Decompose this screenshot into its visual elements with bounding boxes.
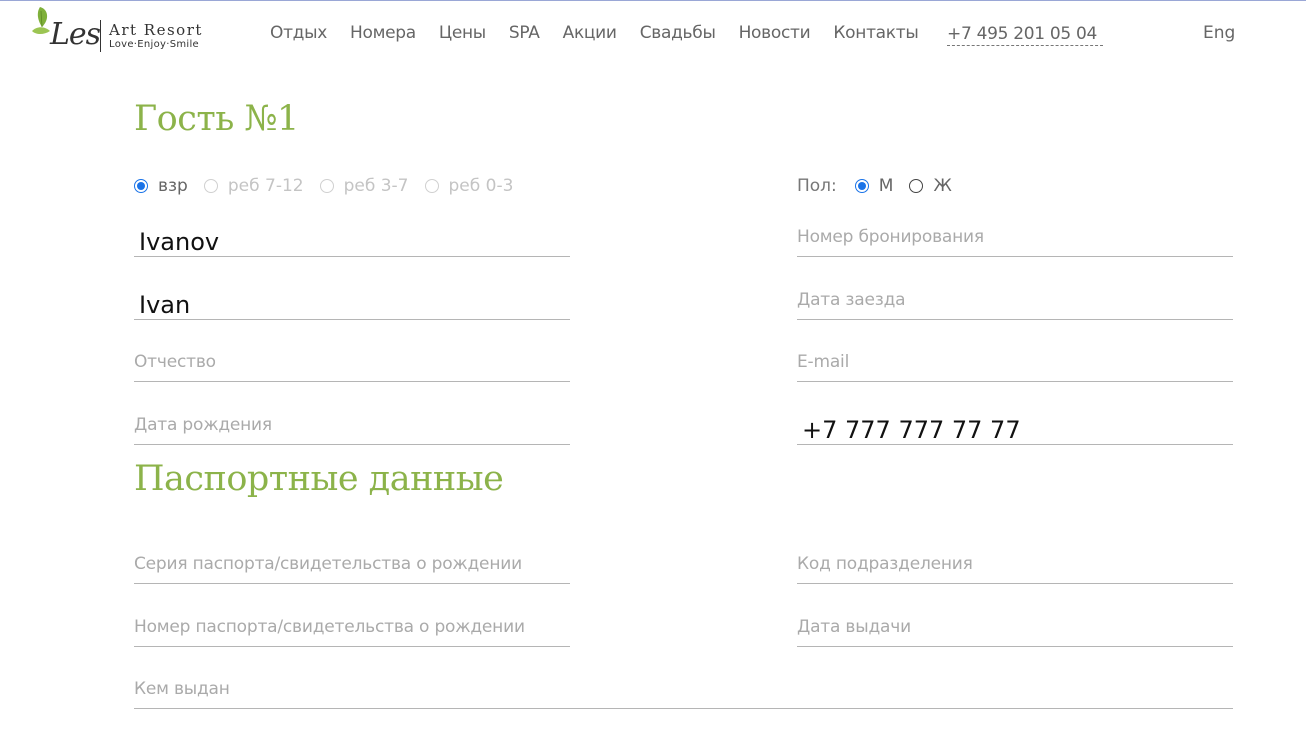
- age-option-label: реб 3-7: [343, 176, 409, 196]
- age-option-adult[interactable]: взр: [134, 176, 188, 196]
- last-name-value: Ivanov: [139, 228, 220, 256]
- radio-child-0-3[interactable]: [424, 179, 439, 193]
- logo[interactable]: Les Art Resort Love·Enjoy·Smile: [30, 3, 215, 55]
- logo-les: Les: [50, 17, 101, 52]
- passport-series-field[interactable]: Серия паспорта/свидетельства о рождении: [134, 544, 570, 584]
- header-phone-link[interactable]: +7 495 201 05 04: [947, 24, 1103, 46]
- gender-option-label: М: [878, 176, 894, 196]
- age-option-child-0-3[interactable]: реб 0-3: [424, 176, 514, 196]
- radio-child-3-7[interactable]: [319, 179, 334, 193]
- age-option-label: реб 0-3: [448, 176, 514, 196]
- age-option-label: реб 7-12: [227, 176, 304, 196]
- division-code-field[interactable]: Код подразделения: [797, 544, 1233, 584]
- radio-female[interactable]: [909, 179, 924, 193]
- passport-number-field[interactable]: Номер паспорта/свидетельства о рождении: [134, 607, 570, 647]
- age-option-child-3-7[interactable]: реб 3-7: [319, 176, 409, 196]
- nav-item-weddings[interactable]: Свадьбы: [640, 23, 716, 47]
- age-category-group: взр реб 7-12 реб 3-7 реб 0-3: [134, 174, 529, 198]
- email-placeholder: E-mail: [797, 352, 850, 372]
- phone-value: +7 777 777 77 77: [802, 416, 1021, 444]
- issued-by-field[interactable]: Кем выдан: [134, 669, 1233, 709]
- passport-title: Паспортные данные: [134, 459, 504, 499]
- issue-date-field[interactable]: Дата выдачи: [797, 607, 1233, 647]
- passport-series-placeholder: Серия паспорта/свидетельства о рождении: [134, 554, 522, 574]
- nav-item-prices[interactable]: Цены: [439, 23, 486, 47]
- division-code-placeholder: Код подразделения: [797, 554, 973, 574]
- patronymic-field[interactable]: Отчество: [134, 342, 570, 382]
- age-option-child-7-12[interactable]: реб 7-12: [203, 176, 304, 196]
- site-header: Les Art Resort Love·Enjoy·Smile Отдых Но…: [0, 1, 1306, 67]
- birth-date-field[interactable]: Дата рождения: [134, 405, 570, 445]
- gender-option-female[interactable]: Ж: [909, 176, 952, 196]
- nav-item-spa[interactable]: SPA: [509, 23, 540, 47]
- guest-title: Гость №1: [134, 99, 299, 139]
- birth-date-placeholder: Дата рождения: [134, 415, 272, 435]
- first-name-value: Ivan: [139, 291, 191, 319]
- radio-male[interactable]: [854, 179, 869, 193]
- radio-child-7-12[interactable]: [203, 179, 218, 193]
- last-name-field[interactable]: Ivanov: [134, 217, 570, 257]
- issue-date-placeholder: Дата выдачи: [797, 617, 911, 637]
- arrival-date-placeholder: Дата заезда: [797, 290, 906, 310]
- nav-item-rest[interactable]: Отдых: [270, 23, 327, 47]
- gender-option-label: Ж: [933, 176, 952, 196]
- age-option-label: взр: [158, 176, 188, 196]
- nav-item-rooms[interactable]: Номера: [350, 23, 416, 47]
- radio-adult[interactable]: [134, 179, 148, 193]
- gender-option-male[interactable]: М: [854, 176, 894, 196]
- passport-number-placeholder: Номер паспорта/свидетельства о рождении: [134, 617, 525, 637]
- logo-title: Art Resort: [109, 21, 203, 39]
- booking-number-field[interactable]: Номер бронирования: [797, 217, 1233, 257]
- issued-by-placeholder: Кем выдан: [134, 679, 230, 699]
- arrival-date-field[interactable]: Дата заезда: [797, 280, 1233, 320]
- booking-number-placeholder: Номер бронирования: [797, 227, 984, 247]
- language-switch[interactable]: Eng: [1203, 23, 1235, 43]
- logo-tagline: Love·Enjoy·Smile: [109, 39, 200, 50]
- patronymic-placeholder: Отчество: [134, 352, 216, 372]
- main-nav: Отдых Номера Цены SPA Акции Свадьбы Ново…: [270, 23, 942, 47]
- nav-item-news[interactable]: Новости: [739, 23, 811, 47]
- gender-label: Пол:: [797, 176, 837, 196]
- gender-group: Пол: М Ж: [797, 174, 968, 198]
- nav-item-contacts[interactable]: Контакты: [833, 23, 918, 47]
- nav-item-offers[interactable]: Акции: [563, 23, 617, 47]
- email-field[interactable]: E-mail: [797, 342, 1233, 382]
- first-name-field[interactable]: Ivan: [134, 280, 570, 320]
- logo-divider: [100, 20, 101, 52]
- phone-field[interactable]: +7 777 777 77 77: [797, 405, 1233, 445]
